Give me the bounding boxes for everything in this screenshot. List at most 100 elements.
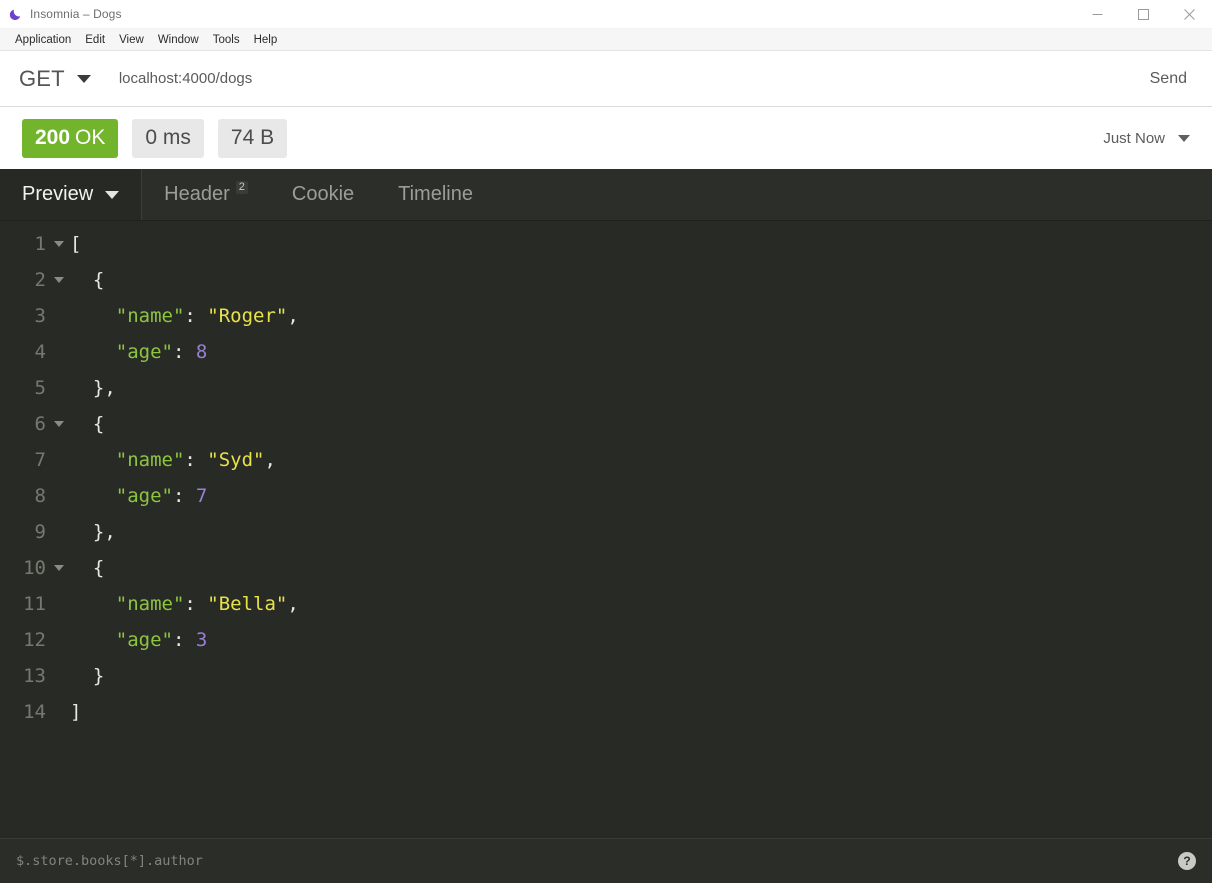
response-time-badge[interactable]: 0 ms (132, 118, 204, 158)
code-text: }, (70, 377, 116, 399)
code-line: 3 "name": "Roger", (0, 298, 1212, 334)
title-bar-left: Insomnia – Dogs (0, 7, 122, 21)
token-punc: }, (92, 377, 116, 399)
response-tabs: Preview Header 2 Cookie Timeline (0, 169, 1212, 221)
menu-item-edit[interactable]: Edit (78, 29, 112, 51)
line-number: 8 (34, 485, 46, 507)
token-punc: ] (70, 701, 82, 723)
minimize-icon[interactable] (1074, 0, 1120, 29)
status-badge[interactable]: 200 OK (22, 118, 119, 158)
token-punc: { (92, 413, 105, 435)
chevron-down-icon (76, 74, 91, 83)
tab-timeline-label: Timeline (398, 183, 473, 205)
tab-cookie[interactable]: Cookie (270, 169, 376, 220)
tab-header[interactable]: Header 2 (142, 169, 270, 220)
token-punc: , (287, 305, 299, 327)
code-line: 10 { (0, 550, 1212, 586)
menu-item-window[interactable]: Window (151, 29, 206, 51)
response-meta-bar: 200 OK 0 ms 74 B Just Now (0, 107, 1212, 169)
token-num: 7 (195, 485, 208, 507)
line-number: 10 (23, 557, 46, 579)
line-number: 2 (34, 269, 46, 291)
code-text: } (70, 665, 104, 687)
line-number: 9 (34, 521, 46, 543)
send-button[interactable]: Send (1125, 51, 1212, 106)
code-line: 1[ (0, 226, 1212, 262)
code-text: { (70, 413, 104, 435)
line-number: 5 (34, 377, 46, 399)
fold-toggle-icon[interactable] (48, 565, 70, 571)
tab-preview-label: Preview (22, 183, 94, 205)
code-text: "age": 3 (70, 629, 208, 651)
line-number: 11 (23, 593, 46, 615)
token-punc: [ (70, 233, 82, 255)
tab-header-count-badge: 2 (235, 181, 248, 194)
chevron-down-icon (105, 190, 120, 199)
line-number: 12 (23, 629, 46, 651)
token-num: 3 (195, 629, 208, 651)
token-punc: { (92, 557, 105, 579)
token-key: "name" (115, 449, 185, 471)
token-num: 8 (195, 341, 208, 363)
question-mark-circle-icon[interactable]: ? (1178, 852, 1196, 870)
menu-item-help[interactable]: Help (247, 29, 285, 51)
token-punc: : (172, 485, 196, 507)
code-line: 12 "age": 3 (0, 622, 1212, 658)
response-size-badge[interactable]: 74 B (217, 118, 288, 158)
token-punc: { (92, 269, 105, 291)
code-text: "age": 8 (70, 341, 208, 363)
response-filter-bar: ? (0, 838, 1212, 883)
code-text: { (70, 557, 104, 579)
token-punc: : (184, 305, 208, 327)
code-text: "name": "Roger", (70, 305, 299, 327)
menu-bar: Application Edit View Window Tools Help (0, 29, 1212, 51)
code-text: }, (70, 521, 116, 543)
code-line: 8 "age": 7 (0, 478, 1212, 514)
line-number: 1 (34, 233, 46, 255)
maximize-icon[interactable] (1120, 0, 1166, 29)
response-json-editor[interactable]: 1[2 {3 "name": "Roger", 4 "age": 85 }, 6 {… (0, 221, 1212, 838)
code-line: 9 }, (0, 514, 1212, 550)
insomnia-window: Insomnia – Dogs Application Edit View Wi… (0, 0, 1212, 883)
code-line: 2 { (0, 262, 1212, 298)
line-number: 4 (34, 341, 46, 363)
url-input[interactable] (118, 70, 1212, 87)
title-bar: Insomnia – Dogs (0, 0, 1212, 29)
window-title: Insomnia – Dogs (30, 7, 122, 21)
method-label: GET (19, 65, 65, 91)
status-code: 200 (35, 126, 71, 149)
fold-toggle-icon[interactable] (48, 241, 70, 247)
code-text: { (70, 269, 104, 291)
token-punc: : (172, 629, 196, 651)
method-selector[interactable]: GET (0, 66, 91, 92)
line-number: 7 (34, 449, 46, 471)
chevron-down-icon (54, 277, 64, 283)
tab-timeline[interactable]: Timeline (376, 169, 495, 220)
code-line: 13 } (0, 658, 1212, 694)
token-punc: , (287, 593, 299, 615)
close-icon[interactable] (1166, 0, 1212, 29)
code-line: 7 "name": "Syd", (0, 442, 1212, 478)
chevron-down-icon (54, 421, 64, 427)
response-history-dropdown[interactable]: Just Now (1103, 130, 1190, 147)
token-key: "age" (115, 485, 173, 507)
tab-cookie-label: Cookie (291, 183, 355, 205)
line-number: 6 (34, 413, 46, 435)
code-line: 4 "age": 8 (0, 334, 1212, 370)
json-filter-input[interactable] (16, 853, 1168, 869)
fold-toggle-icon[interactable] (48, 277, 70, 283)
tab-preview[interactable]: Preview (0, 169, 143, 220)
token-punc: , (264, 449, 276, 471)
code-line: 5 }, (0, 370, 1212, 406)
code-text: [ (70, 233, 81, 255)
token-key: "name" (115, 593, 185, 615)
fold-toggle-icon[interactable] (48, 421, 70, 427)
menu-item-view[interactable]: View (112, 29, 151, 51)
code-text: "name": "Syd", (70, 449, 276, 471)
menu-item-tools[interactable]: Tools (206, 29, 247, 51)
code-line: 11 "name": "Bella", (0, 586, 1212, 622)
token-str: "Syd" (207, 449, 265, 471)
token-key: "name" (115, 305, 185, 327)
menu-item-application[interactable]: Application (8, 29, 78, 51)
tab-header-label: Header (164, 183, 230, 205)
